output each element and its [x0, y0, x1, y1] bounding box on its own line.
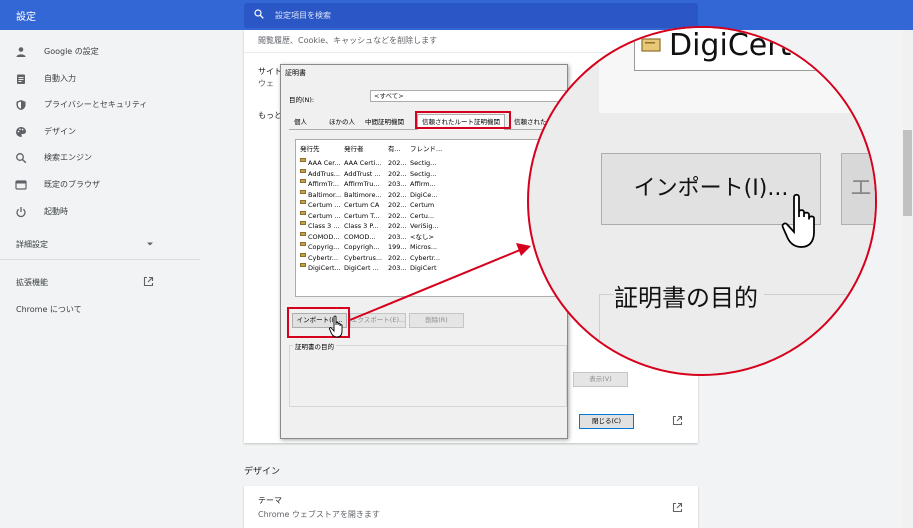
zoom-cert-purpose-label: 証明書の目的	[614, 278, 764, 313]
zoom-export-button-partial: エ	[841, 153, 875, 225]
hand-cursor-icon	[781, 193, 815, 248]
certificate-icon	[641, 38, 661, 52]
zoom-digicert-text: DigiCert	[669, 28, 792, 63]
zoom-magnifier: DigiCert インポート(I)... エ 証明書の目的	[527, 26, 877, 376]
